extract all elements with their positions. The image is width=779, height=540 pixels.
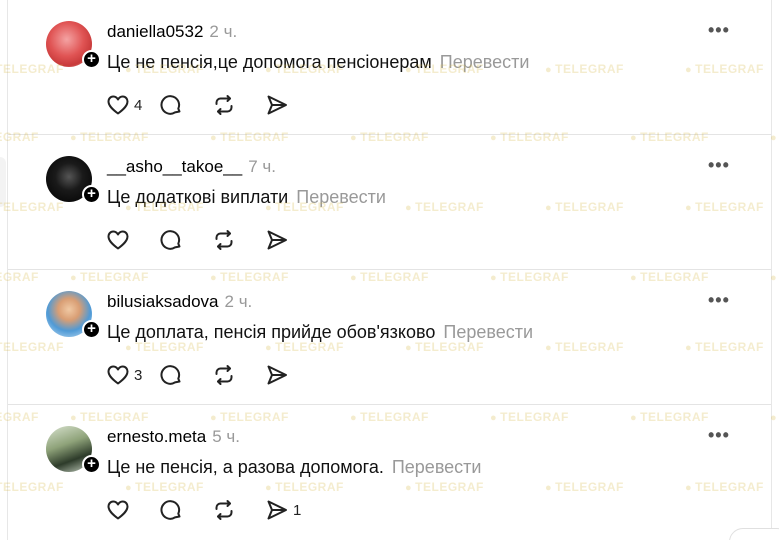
comment-actions: 4 — [106, 93, 318, 117]
username[interactable]: bilusiaksadova — [107, 292, 219, 311]
more-options-icon[interactable]: ••• — [708, 290, 730, 311]
more-options-icon[interactable]: ••• — [708, 425, 730, 446]
repost-button[interactable] — [212, 363, 262, 387]
comment-header: daniella0532 2 ч. — [107, 22, 237, 42]
repost-icon — [215, 365, 233, 385]
send-icon — [267, 500, 287, 520]
comment-item: + daniella0532 2 ч. ••• Це не пенсія,це д… — [8, 0, 771, 135]
reply-button[interactable] — [159, 498, 209, 522]
comment-text: Це не пенсія,це допомога пенсіонерам Пере… — [107, 52, 529, 73]
comment-text: Це додаткові виплати Перевести — [107, 187, 386, 208]
username[interactable]: daniella0532 — [107, 22, 203, 41]
like-count: 3 — [134, 366, 143, 384]
like-button[interactable]: 4 — [106, 93, 156, 117]
heart-icon — [107, 230, 129, 250]
repost-button[interactable] — [212, 228, 262, 252]
reply-button[interactable] — [159, 228, 209, 252]
timestamp: 7 ч. — [248, 157, 276, 176]
reply-button[interactable] — [159, 93, 209, 117]
left-edge-tab — [0, 157, 6, 207]
comment-actions: 1 — [106, 498, 318, 522]
comment-body: Це не пенсія, а разова допомога. — [107, 457, 384, 477]
like-button[interactable] — [106, 228, 156, 252]
timestamp: 2 ч. — [224, 292, 253, 311]
comment-item: + __asho__takoe__ 7 ч. ••• Це додаткові в… — [8, 135, 771, 270]
comment-header: bilusiaksadova 2 ч. — [107, 292, 252, 312]
comment-item: + ernesto.meta 5 ч. ••• Це не пенсія, а р… — [8, 405, 771, 540]
translate-link[interactable]: Перевести — [440, 52, 530, 72]
share-button[interactable]: 1 — [265, 498, 315, 522]
username[interactable]: __asho__takoe__ — [107, 157, 242, 176]
translate-link[interactable]: Перевести — [392, 457, 482, 477]
more-options-icon[interactable]: ••• — [708, 20, 730, 41]
comment-bubble-icon — [160, 230, 181, 250]
send-icon — [267, 365, 287, 385]
more-options-icon[interactable]: ••• — [708, 155, 730, 176]
comment-header: ernesto.meta 5 ч. — [107, 427, 240, 447]
share-button[interactable] — [265, 93, 315, 117]
send-icon — [267, 95, 287, 115]
username[interactable]: ernesto.meta — [107, 427, 206, 446]
comment-bubble-icon — [160, 500, 181, 520]
comment-body: Це додаткові виплати — [107, 187, 289, 207]
share-button[interactable] — [265, 363, 315, 387]
timestamp: 2 ч. — [209, 22, 238, 41]
repost-icon — [215, 230, 233, 250]
share-count: 1 — [293, 501, 302, 519]
like-count: 4 — [134, 96, 143, 114]
reply-button[interactable] — [159, 363, 209, 387]
repost-icon — [215, 95, 233, 115]
comment-header: __asho__takoe__ 7 ч. — [107, 157, 276, 177]
follow-plus-icon[interactable]: + — [82, 185, 101, 204]
heart-icon — [107, 500, 129, 520]
comment-text: Це не пенсія, а разова допомога. Перевест… — [107, 457, 481, 478]
comment-bubble-icon — [160, 365, 181, 385]
follow-plus-icon[interactable]: + — [82, 320, 101, 339]
heart-icon — [107, 365, 129, 385]
heart-icon — [107, 95, 129, 115]
comment-actions: 3 — [106, 363, 318, 387]
comment-list: + daniella0532 2 ч. ••• Це не пенсія,це д… — [8, 0, 771, 540]
share-button[interactable] — [265, 228, 315, 252]
comment-body: Це не пенсія,це допомога пенсіонерам — [107, 52, 432, 72]
comment-item: + bilusiaksadova 2 ч. ••• Це доплата, пен… — [8, 270, 771, 405]
comment-actions — [106, 228, 318, 252]
right-divider — [771, 0, 772, 540]
send-icon — [267, 230, 287, 250]
timestamp: 5 ч. — [212, 427, 240, 446]
follow-plus-icon[interactable]: + — [82, 455, 101, 474]
like-button[interactable]: 3 — [106, 363, 156, 387]
floating-button-edge[interactable] — [729, 528, 779, 540]
like-button[interactable] — [106, 498, 156, 522]
follow-plus-icon[interactable]: + — [82, 50, 101, 69]
comment-body: Це доплата, пенсія прийде обов'язково — [107, 322, 436, 342]
comment-bubble-icon — [160, 95, 181, 115]
comments-page: + daniella0532 2 ч. ••• Це не пенсія,це д… — [0, 0, 779, 540]
translate-link[interactable]: Перевести — [296, 187, 386, 207]
translate-link[interactable]: Перевести — [443, 322, 533, 342]
repost-button[interactable] — [212, 93, 262, 117]
repost-button[interactable] — [212, 498, 262, 522]
comment-text: Це доплата, пенсія прийде обов'язково Пер… — [107, 322, 533, 343]
repost-icon — [215, 500, 233, 520]
